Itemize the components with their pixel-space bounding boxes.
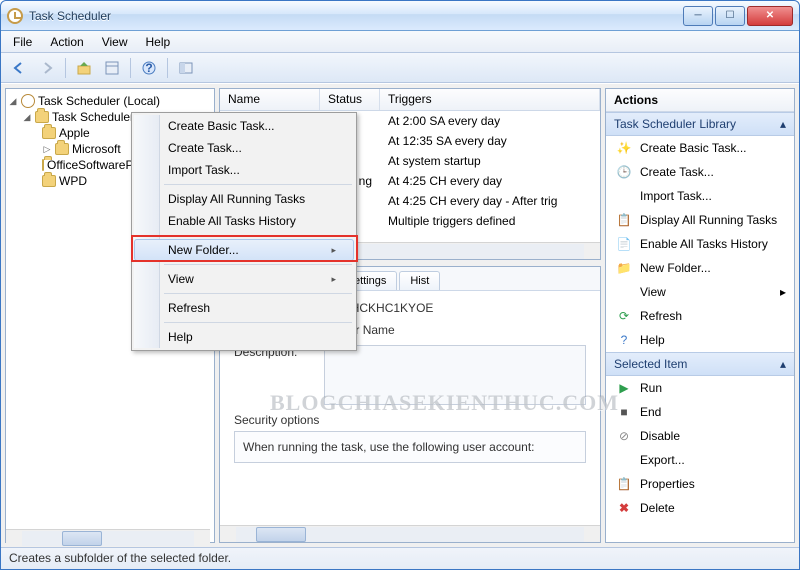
ctx-refresh[interactable]: Refresh xyxy=(134,297,354,319)
action-enable-history[interactable]: 📄Enable All Tasks History xyxy=(606,232,794,256)
ctx-display-running[interactable]: Display All Running Tasks xyxy=(134,188,354,210)
tab-history[interactable]: Hist xyxy=(399,271,440,290)
toolbar: ? xyxy=(1,53,799,83)
forward-button[interactable] xyxy=(35,56,59,80)
action-refresh[interactable]: ⟳Refresh xyxy=(606,304,794,328)
ctx-help[interactable]: Help xyxy=(134,326,354,348)
actions-pane: Actions Task Scheduler Library▴ ✨Create … xyxy=(605,88,795,543)
clock-icon: 🕒 xyxy=(616,164,632,180)
ctx-import[interactable]: Import Task... xyxy=(134,159,354,181)
properties-button[interactable] xyxy=(100,56,124,80)
actions-group-library[interactable]: Task Scheduler Library▴ xyxy=(606,112,794,136)
hscrollbar[interactable] xyxy=(220,525,600,542)
expand-icon[interactable]: ▷ xyxy=(42,144,52,155)
action-create-task[interactable]: 🕒Create Task... xyxy=(606,160,794,184)
folder-icon xyxy=(55,143,69,155)
properties-icon: 📋 xyxy=(616,476,632,492)
arrow-right-icon: ▸ xyxy=(331,274,336,285)
actions-group-selected[interactable]: Selected Item▴ xyxy=(606,352,794,376)
help-icon[interactable]: ? xyxy=(137,56,161,80)
menu-view[interactable]: View xyxy=(94,33,136,51)
action-run[interactable]: ▶Run xyxy=(606,376,794,400)
action-help[interactable]: ?Help xyxy=(606,328,794,352)
log-icon: 📄 xyxy=(616,236,632,252)
ctx-create-task[interactable]: Create Task... xyxy=(134,137,354,159)
maximize-button[interactable]: ☐ xyxy=(715,6,745,26)
wand-icon: ✨ xyxy=(616,140,632,156)
column-headers: Name Status Triggers xyxy=(220,89,600,111)
author-value: Author Name xyxy=(324,323,586,337)
delete-icon: ✖ xyxy=(616,500,632,516)
tree-root[interactable]: ◢ Task Scheduler (Local) xyxy=(8,93,212,109)
close-button[interactable]: ✕ xyxy=(747,6,793,26)
folder-icon xyxy=(42,159,44,171)
col-triggers[interactable]: Triggers xyxy=(380,89,600,110)
arrow-right-icon: ▸ xyxy=(331,245,336,256)
window-title: Task Scheduler xyxy=(29,9,683,23)
col-name[interactable]: Name xyxy=(220,89,320,110)
context-menu: Create Basic Task... Create Task... Impo… xyxy=(131,112,357,351)
action-new-folder[interactable]: 📁New Folder... xyxy=(606,256,794,280)
list-icon: 📋 xyxy=(616,212,632,228)
action-delete[interactable]: ✖Delete xyxy=(606,496,794,520)
refresh-icon: ⟳ xyxy=(616,308,632,324)
stop-icon: ■ xyxy=(616,404,632,420)
action-import[interactable]: Import Task... xyxy=(606,184,794,208)
folder-icon xyxy=(42,127,56,139)
action-export[interactable]: Export... xyxy=(606,448,794,472)
security-label: Security options xyxy=(234,413,586,427)
action-create-basic[interactable]: ✨Create Basic Task... xyxy=(606,136,794,160)
content-area: ◢ Task Scheduler (Local) ◢ Task Schedule… xyxy=(1,83,799,547)
menu-help[interactable]: Help xyxy=(138,33,179,51)
menubar: File Action View Help xyxy=(1,31,799,53)
folder-icon xyxy=(42,175,56,187)
security-box: When running the task, use the following… xyxy=(234,431,586,463)
action-display-running[interactable]: 📋Display All Running Tasks xyxy=(606,208,794,232)
ctx-enable-history[interactable]: Enable All Tasks History xyxy=(134,210,354,232)
up-button[interactable] xyxy=(72,56,96,80)
chevron-up-icon: ▴ xyxy=(780,357,786,371)
titlebar: Task Scheduler ─ ☐ ✕ xyxy=(1,1,799,31)
menu-file[interactable]: File xyxy=(5,33,40,51)
action-disable[interactable]: ⊘Disable xyxy=(606,424,794,448)
app-window: Task Scheduler ─ ☐ ✕ File Action View He… xyxy=(0,0,800,570)
show-hide-button[interactable] xyxy=(174,56,198,80)
actions-header: Actions xyxy=(606,89,794,112)
disable-icon: ⊘ xyxy=(616,428,632,444)
col-status[interactable]: Status xyxy=(320,89,380,110)
play-icon: ▶ xyxy=(616,380,632,396)
tree-hscrollbar[interactable] xyxy=(6,529,210,546)
minimize-button[interactable]: ─ xyxy=(683,6,713,26)
description-label: Description: xyxy=(234,345,314,405)
action-properties[interactable]: 📋Properties xyxy=(606,472,794,496)
ctx-view[interactable]: View▸ xyxy=(134,268,354,290)
svg-text:?: ? xyxy=(145,61,152,75)
ctx-create-basic[interactable]: Create Basic Task... xyxy=(134,115,354,137)
collapse-icon[interactable]: ◢ xyxy=(8,96,18,107)
menu-action[interactable]: Action xyxy=(42,33,91,51)
statusbar: Creates a subfolder of the selected fold… xyxy=(1,547,799,569)
scheduler-icon xyxy=(21,94,35,108)
ctx-new-folder[interactable]: New Folder...▸ xyxy=(134,239,354,261)
folder-icon: 📁 xyxy=(616,260,632,276)
description-box[interactable] xyxy=(324,345,586,405)
action-end[interactable]: ■End xyxy=(606,400,794,424)
collapse-icon[interactable]: ◢ xyxy=(22,112,32,123)
arrow-right-icon: ▸ xyxy=(780,285,786,299)
folder-icon xyxy=(35,111,49,123)
chevron-up-icon: ▴ xyxy=(780,117,786,131)
action-view[interactable]: View▸ xyxy=(606,280,794,304)
back-button[interactable] xyxy=(7,56,31,80)
help-icon: ? xyxy=(616,332,632,348)
app-icon xyxy=(7,8,23,24)
